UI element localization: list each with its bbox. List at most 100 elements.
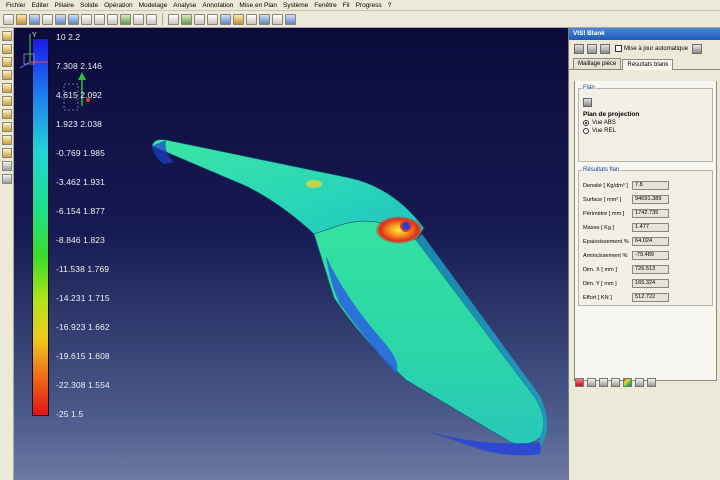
print-icon[interactable] xyxy=(42,13,53,25)
legend-value: -3.462 1.931 xyxy=(56,177,105,187)
radio-button-selected[interactable] xyxy=(583,120,589,126)
result-row-amincissement: Amincissement % -79.489 xyxy=(583,249,708,262)
measure-icon[interactable] xyxy=(246,13,257,25)
flan-group: Flan Plan de projection Vue ABS Vue REL xyxy=(578,85,713,162)
mesh-icon[interactable] xyxy=(574,43,584,54)
menu-piliaire[interactable]: Piliaire xyxy=(52,0,78,11)
strain-icon[interactable] xyxy=(599,378,608,387)
report-icon[interactable] xyxy=(647,378,656,387)
solid-tool-icon[interactable] xyxy=(2,96,12,106)
radio-label: Vue ABS xyxy=(592,120,616,126)
window-icon[interactable] xyxy=(146,13,157,25)
result-label: Dim. X [ mm ] xyxy=(583,266,617,273)
legend-value: 1.923 2.038 xyxy=(56,119,103,129)
warm-spot xyxy=(306,180,322,188)
result-row-perimetre: Périmètre [ mm ] 1742.735 xyxy=(583,207,708,220)
result-value-field: 165.324 xyxy=(632,279,669,288)
legend-value: 7.308 2.146 xyxy=(56,61,103,71)
open-folder-icon[interactable] xyxy=(16,13,27,25)
radio-vue-abs[interactable]: Vue ABS xyxy=(583,120,708,126)
radio-vue-rel[interactable]: Vue REL xyxy=(583,128,708,134)
menu-solide[interactable]: Solide xyxy=(77,0,101,11)
menu-fenetre[interactable]: Fenêtre xyxy=(311,0,339,11)
auto-update-label: Mise à jour automatique xyxy=(624,45,689,52)
layer-icon[interactable] xyxy=(181,13,192,25)
save-icon[interactable] xyxy=(29,13,40,25)
menu-bar: Fichier Editer Piliaire Solide Opération… xyxy=(0,0,720,11)
settings-icon[interactable] xyxy=(587,43,597,54)
blank-icon[interactable] xyxy=(285,13,296,25)
legend-value: -14.231 1.715 xyxy=(56,293,110,303)
paste-icon[interactable] xyxy=(107,13,118,25)
result-map-icon[interactable] xyxy=(575,378,584,387)
cut-icon[interactable] xyxy=(81,13,92,25)
filter-icon[interactable] xyxy=(207,13,218,25)
result-row-effort: Effort [ KN ] 512.722 xyxy=(583,291,708,304)
calculate-icon[interactable] xyxy=(600,43,610,54)
plane-tool-icon[interactable] xyxy=(2,109,12,119)
tab-resultats-blank[interactable]: Résultats blank xyxy=(622,59,674,70)
legend-value: 10 2.2 xyxy=(56,32,81,42)
redo-icon[interactable] xyxy=(68,13,79,25)
select-icon[interactable] xyxy=(194,13,205,25)
menu-systeme[interactable]: Système xyxy=(280,0,311,11)
panel-bottom-toolbar xyxy=(575,378,659,387)
result-label: Amincissement % xyxy=(583,252,628,259)
curve-tool-icon[interactable] xyxy=(2,122,12,132)
auto-update-checkbox[interactable] xyxy=(615,45,622,52)
arrow-tool-icon[interactable] xyxy=(2,174,12,184)
measure-tool-icon[interactable] xyxy=(2,161,12,171)
axis-triad: Y xyxy=(19,32,48,69)
result-label: Epaississement % xyxy=(583,238,629,245)
menu-annotation[interactable]: Annotation xyxy=(199,0,236,11)
shade-icon[interactable] xyxy=(259,13,270,25)
menu-mise-en-plan[interactable]: Mise en Plan xyxy=(236,0,280,11)
thickness-icon[interactable] xyxy=(587,378,596,387)
projection-plane-icon[interactable] xyxy=(583,98,592,107)
stress-hotspot xyxy=(375,216,423,244)
menu-operation[interactable]: Opération xyxy=(101,0,136,11)
color-map-icon[interactable] xyxy=(623,378,632,387)
result-value-field: 512.722 xyxy=(632,293,669,302)
line-tool-icon[interactable] xyxy=(2,44,12,54)
legend-value: -11.538 1.769 xyxy=(56,264,110,274)
surface-tool-icon[interactable] xyxy=(2,83,12,93)
view-icon[interactable] xyxy=(220,13,231,25)
wireframe-icon[interactable] xyxy=(272,13,283,25)
viewport-3d[interactable]: 10 2.2 7.308 2.146 4.615 2.092 1.923 2.0… xyxy=(14,28,568,480)
tab-maillage-piece[interactable]: Maillage pièce xyxy=(573,58,622,69)
result-value-field: 64.024 xyxy=(632,237,669,246)
menu-fil[interactable]: Fil xyxy=(340,0,353,11)
undo-icon[interactable] xyxy=(55,13,66,25)
pointer-tool-icon[interactable] xyxy=(2,31,12,41)
grid-icon[interactable] xyxy=(168,13,179,25)
results-group-title: Résultats flan xyxy=(582,167,621,173)
help-icon[interactable] xyxy=(692,43,703,54)
menu-editer[interactable]: Editer xyxy=(29,0,52,11)
rebuild-icon[interactable] xyxy=(120,13,131,25)
point-tool-icon[interactable] xyxy=(2,70,12,80)
result-label: Dim. Y [ mm ] xyxy=(583,280,617,287)
new-file-icon[interactable] xyxy=(3,13,14,25)
panel-toolbar: Mise à jour automatique xyxy=(569,40,720,57)
color-legend-bar xyxy=(32,38,49,416)
result-value-field: 7.8 xyxy=(632,181,669,190)
radio-button[interactable] xyxy=(583,128,589,134)
menu-progress[interactable]: Progress xyxy=(353,0,385,11)
trim-tool-icon[interactable] xyxy=(2,135,12,145)
outline-icon[interactable] xyxy=(611,378,620,387)
menu-fichier[interactable]: Fichier xyxy=(3,0,29,11)
properties-icon[interactable] xyxy=(133,13,144,25)
hole-feature xyxy=(400,220,412,232)
offset-tool-icon[interactable] xyxy=(2,148,12,158)
light-icon[interactable] xyxy=(233,13,244,25)
result-value-field: 94691.389 xyxy=(632,195,669,204)
export-icon[interactable] xyxy=(635,378,644,387)
arc-tool-icon[interactable] xyxy=(2,57,12,67)
menu-modelage[interactable]: Modelage xyxy=(136,0,171,11)
menu-help[interactable]: ? xyxy=(385,0,395,11)
menu-analyse[interactable]: Analyse xyxy=(170,0,199,11)
legend-value: -19.615 1.608 xyxy=(56,351,110,361)
copy-icon[interactable] xyxy=(94,13,105,25)
result-label: Surface [ mm² ] xyxy=(583,196,622,203)
